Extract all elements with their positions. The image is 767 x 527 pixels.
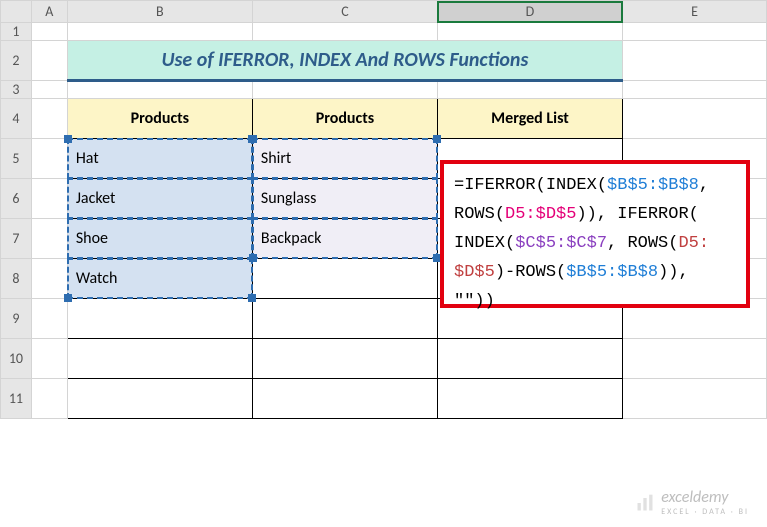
cell-E10[interactable] — [623, 339, 767, 379]
cell-B5[interactable]: Hat — [67, 139, 252, 179]
fn-iferror-2: IFERROR — [617, 205, 688, 224]
cell-C10[interactable] — [252, 339, 437, 379]
cell-E11[interactable] — [623, 379, 767, 419]
cell-value: Backpack — [261, 229, 322, 248]
row-header-3[interactable]: 3 — [1, 81, 32, 99]
cell-A7[interactable] — [31, 219, 67, 259]
cell-A8[interactable] — [31, 259, 67, 299]
ref-b5b8-1: $B$5:$B$8 — [607, 176, 699, 195]
cell-B10[interactable] — [67, 339, 252, 379]
chart-icon — [635, 493, 655, 513]
cell-C9[interactable] — [252, 299, 437, 339]
col-header-E[interactable]: E — [623, 1, 767, 23]
cell-A3[interactable] — [31, 81, 67, 99]
cell-value: Watch — [76, 269, 118, 288]
cell-B1[interactable] — [67, 23, 252, 41]
fn-rows-3: ROWS — [515, 263, 556, 282]
cell-A2[interactable] — [31, 41, 67, 81]
cell-E3[interactable] — [623, 81, 767, 99]
row-header-8[interactable]: 8 — [1, 259, 32, 299]
cell-A6[interactable] — [31, 179, 67, 219]
cell-A1[interactable] — [31, 23, 67, 41]
col-header-B[interactable]: B — [67, 1, 252, 23]
header-products-c[interactable]: Products — [252, 99, 437, 139]
cell-D3[interactable] — [437, 81, 622, 99]
cell-B8[interactable]: Watch — [67, 259, 252, 299]
formula-callout: =IFERROR(INDEX($B$5:$B$8, ROWS(D5:$D$5))… — [440, 160, 750, 308]
fn-iferror-1: IFERROR — [464, 176, 535, 195]
watermark: exceldemy EXCEL · DATA · BI — [635, 488, 749, 517]
row-header-10[interactable]: 10 — [1, 339, 32, 379]
ref-c5c7: $C$5:$C$7 — [515, 234, 607, 253]
cell-B7[interactable]: Shoe — [67, 219, 252, 259]
col-header-C[interactable]: C — [252, 1, 437, 23]
cell-C11[interactable] — [252, 379, 437, 419]
cell-A9[interactable] — [31, 299, 67, 339]
row-header-1[interactable]: 1 — [1, 23, 32, 41]
cell-A5[interactable] — [31, 139, 67, 179]
row-header-7[interactable]: 7 — [1, 219, 32, 259]
cell-B3[interactable] — [67, 81, 252, 99]
cell-A4[interactable] — [31, 99, 67, 139]
cell-A10[interactable] — [31, 339, 67, 379]
row-header-11[interactable]: 11 — [1, 379, 32, 419]
fn-rows-2: ROWS — [627, 234, 668, 253]
watermark-text: exceldemy — [661, 488, 749, 507]
title-cell[interactable]: Use of IFERROR, INDEX And ROWS Functions — [67, 41, 622, 81]
cell-B11[interactable] — [67, 379, 252, 419]
row-header-9[interactable]: 9 — [1, 299, 32, 339]
header-products-b[interactable]: Products — [67, 99, 252, 139]
cell-B6[interactable]: Jacket — [67, 179, 252, 219]
row-header-2[interactable]: 2 — [1, 41, 32, 81]
col-header-A[interactable]: A — [31, 1, 67, 23]
cell-C5[interactable]: Shirt — [252, 139, 437, 179]
select-all-corner[interactable] — [1, 1, 32, 23]
formula-equals: = — [454, 176, 464, 195]
ref-d5-part2: $D$5 — [454, 263, 495, 282]
cell-A11[interactable] — [31, 379, 67, 419]
cell-C6[interactable]: Sunglass — [252, 179, 437, 219]
fn-rows-1: ROWS — [454, 205, 495, 224]
cell-B9[interactable] — [67, 299, 252, 339]
cell-C1[interactable] — [252, 23, 437, 41]
cell-value: Shirt — [261, 149, 291, 168]
cell-E4[interactable] — [623, 99, 767, 139]
watermark-sub: EXCEL · DATA · BI — [661, 507, 749, 517]
row-header-6[interactable]: 6 — [1, 179, 32, 219]
row-header-5[interactable]: 5 — [1, 139, 32, 179]
cell-C7[interactable]: Backpack — [252, 219, 437, 259]
cell-D1[interactable] — [437, 23, 622, 41]
cell-value: Hat — [76, 149, 99, 168]
cell-D11[interactable] — [437, 379, 622, 419]
column-headers: A B C D E — [1, 1, 767, 23]
cell-D10[interactable] — [437, 339, 622, 379]
col-header-D[interactable]: D — [437, 1, 622, 23]
fn-index-1: INDEX — [546, 176, 597, 195]
cell-E1[interactable] — [623, 23, 767, 41]
cell-C3[interactable] — [252, 81, 437, 99]
row-header-4[interactable]: 4 — [1, 99, 32, 139]
ref-d5-part: D5 — [678, 234, 698, 253]
header-merged-list[interactable]: Merged List — [437, 99, 622, 139]
ref-d5d5-1: D5:$D$5 — [505, 205, 576, 224]
fn-index-2: INDEX — [454, 234, 505, 253]
cell-C8[interactable] — [252, 259, 437, 299]
cell-E2[interactable] — [623, 41, 767, 81]
ref-b5b8-2: $B$5:$B$8 — [566, 263, 658, 282]
